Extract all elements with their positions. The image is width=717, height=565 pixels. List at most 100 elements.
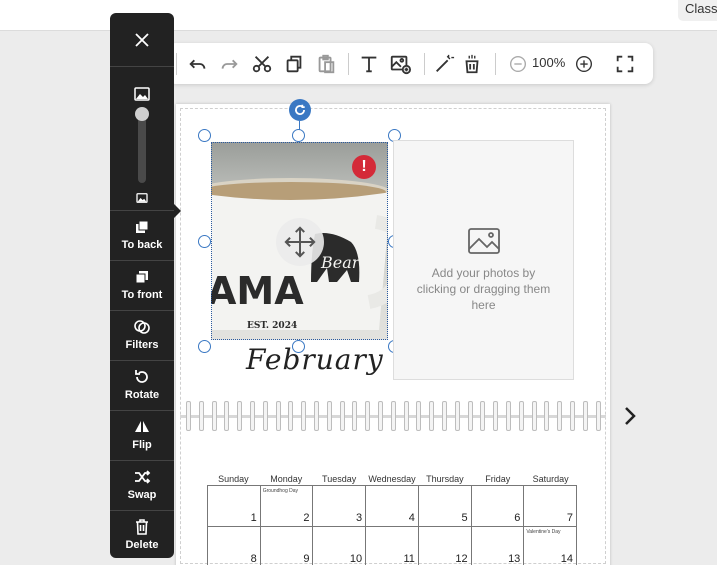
to-front-button[interactable]: To front — [110, 261, 174, 309]
calendar-day-cell[interactable]: 5 — [418, 486, 472, 527]
resize-handle-top[interactable] — [292, 129, 305, 142]
low-resolution-warning-icon[interactable]: ! — [352, 155, 376, 179]
to-front-label: To front — [121, 289, 163, 301]
calendar-day-cell[interactable]: 8 — [208, 527, 261, 565]
image-placeholder-icon — [467, 228, 500, 254]
zoom-in-button[interactable] — [573, 53, 595, 75]
small-image-icon — [136, 193, 148, 203]
resize-handle-bottom-left[interactable] — [198, 340, 211, 353]
fullscreen-button[interactable] — [614, 53, 636, 75]
editor-toolbar: 100% — [168, 43, 653, 84]
spiral-ring — [467, 401, 473, 431]
filters-label: Filters — [125, 339, 159, 351]
day-number: 10 — [349, 553, 363, 565]
trash-icon — [136, 519, 148, 535]
toolbar-divider — [176, 53, 177, 75]
resize-handle-left[interactable] — [198, 235, 211, 248]
spiral-ring — [288, 401, 294, 431]
calendar-day-cell[interactable]: 13 — [472, 527, 525, 565]
weekday-label: Monday — [270, 474, 303, 484]
weekday-label: Sunday — [218, 474, 249, 484]
undo-button[interactable] — [187, 53, 209, 75]
close-button[interactable] — [110, 13, 174, 66]
spiral-ring — [570, 401, 575, 431]
month-title[interactable]: February — [246, 343, 384, 376]
spiral-ring — [480, 401, 486, 431]
copy-icon — [286, 55, 302, 73]
rotate-handle-icon — [295, 104, 305, 115]
toolbar-divider — [424, 53, 425, 75]
spiral-ring — [390, 401, 396, 431]
weekday-label: Friday — [485, 474, 511, 484]
clear-page-button[interactable] — [461, 53, 483, 75]
move-handle[interactable] — [276, 218, 324, 266]
calendar-days: 1 Groundhog Day 2 3 4 5 6 7 8 9 10 11 12 13 Valentine'… — [207, 485, 578, 565]
spiral-ring — [557, 401, 563, 431]
day-number: 4 — [408, 512, 415, 524]
add-image-button[interactable] — [389, 53, 411, 75]
spiral-ring — [186, 401, 191, 431]
spiral-ring — [339, 401, 345, 431]
zoom-in-icon — [575, 55, 593, 73]
fullscreen-icon — [616, 55, 634, 73]
redo-button[interactable] — [218, 53, 240, 75]
calendar-day-cell[interactable]: 12 — [419, 527, 472, 565]
calendar-day-cell[interactable]: Groundhog Day 2 — [260, 486, 314, 527]
calendar-day-cell[interactable]: 3 — [313, 486, 367, 527]
spiral-ring — [582, 401, 588, 431]
swap-icon — [135, 470, 151, 484]
calendar-day-cell[interactable]: 4 — [366, 486, 419, 527]
calendar-day-cell[interactable]: Valentine's Day 14 — [524, 527, 578, 565]
chevron-right-icon — [625, 407, 636, 425]
day-number: 14 — [560, 553, 574, 565]
spiral-ring — [506, 401, 511, 431]
calendar-day-cell[interactable]: 11 — [366, 527, 419, 565]
paste-button[interactable] — [315, 53, 337, 75]
weekday-label: Saturday — [532, 474, 569, 484]
image-size-slider[interactable] — [110, 75, 174, 210]
spiral-ring — [211, 401, 217, 431]
filters-button[interactable]: Filters — [110, 311, 174, 359]
photo-placeholder[interactable]: Add your photos by clicking or dragging … — [393, 140, 574, 380]
calendar-day-cell[interactable]: 7 — [524, 486, 578, 527]
spiral-ring — [595, 401, 601, 431]
calendar-week: 8 9 10 11 12 13 Valentine's Day 14 — [208, 527, 578, 565]
calendar-day-cell[interactable]: 6 — [471, 486, 525, 527]
delete-button[interactable]: Delete — [110, 511, 174, 559]
calendar-grid: Sunday Monday Tuesday Wednesday Thursday Frid… — [207, 474, 578, 565]
top-right-button[interactable]: Class — [678, 0, 717, 21]
slider-track[interactable] — [138, 115, 146, 183]
next-page-button[interactable] — [620, 404, 640, 428]
zoom-out-button[interactable] — [507, 53, 529, 75]
holiday-note: Valentine's Day — [526, 529, 561, 535]
calendar-day-cell[interactable]: 10 — [313, 527, 367, 565]
to-back-icon — [136, 220, 149, 233]
weekday-label: Thursday — [426, 474, 464, 484]
copy-button[interactable] — [283, 53, 305, 75]
flip-button[interactable]: Flip — [110, 411, 174, 459]
day-number: 13 — [508, 553, 521, 565]
spiral-ring — [352, 401, 358, 431]
calendar-day-cell[interactable]: 9 — [261, 527, 314, 565]
rotate-button[interactable]: Rotate — [110, 361, 174, 409]
slider-thumb[interactable] — [135, 107, 149, 121]
holiday-note: Groundhog Day — [262, 488, 299, 494]
swap-button[interactable]: Swap — [110, 461, 174, 509]
day-number: 7 — [566, 512, 574, 524]
cut-icon — [252, 56, 272, 73]
cut-button[interactable] — [251, 53, 273, 75]
calendar-day-cell[interactable]: 1 — [208, 486, 261, 527]
flip-icon — [135, 421, 149, 432]
magic-button[interactable] — [433, 53, 455, 75]
spiral-ring — [198, 401, 204, 431]
rotate-handle[interactable] — [289, 99, 311, 121]
flip-label: Flip — [132, 439, 152, 451]
add-text-button[interactable] — [358, 53, 380, 75]
rotate-label: Rotate — [124, 389, 160, 401]
to-front-icon — [135, 271, 148, 284]
to-back-button[interactable]: To back — [110, 211, 174, 259]
undo-icon — [189, 59, 206, 69]
top-bar: Class — [0, 0, 717, 31]
resize-handle-top-left[interactable] — [198, 129, 211, 142]
magic-wand-icon — [436, 54, 455, 72]
